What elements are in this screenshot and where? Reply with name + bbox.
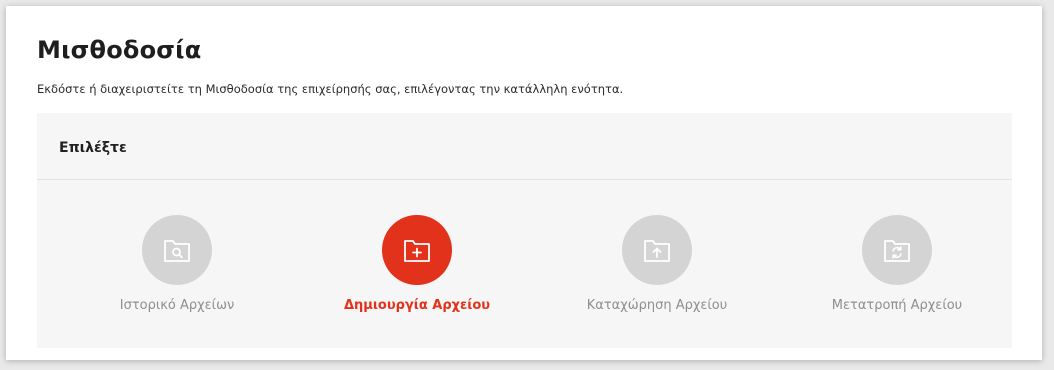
page-title: Μισθοδοσία: [37, 36, 202, 64]
folder-convert-icon: [883, 237, 911, 263]
panel-title: Επιλέξτε: [59, 140, 127, 156]
folder-search-icon: [163, 237, 191, 263]
option-label: Καταχώρηση Αρχείου: [586, 298, 728, 313]
option-circle[interactable]: [622, 215, 692, 285]
option-register-file[interactable]: Καταχώρηση Αρχείου: [557, 215, 757, 313]
folder-add-icon: [403, 237, 431, 263]
payroll-page: Μισθοδοσία Εκδόστε ή διαχειριστείτε τη Μ…: [6, 6, 1042, 360]
option-convert-file[interactable]: Μετατροπή Αρχείου: [797, 215, 997, 313]
option-label: Ιστορικό Αρχείων: [119, 298, 235, 313]
selection-panel: Επιλέξτε Ιστορικό Αρχείων Δημιουργία Αρχ…: [37, 113, 1012, 348]
option-circle[interactable]: [382, 215, 452, 285]
panel-header: Επιλέξτε: [37, 113, 1012, 180]
option-label: Δημιουργία Αρχείου: [343, 298, 491, 313]
page-subtitle: Εκδόστε ή διαχειριστείτε τη Μισθοδοσία τ…: [37, 82, 624, 96]
option-create-file[interactable]: Δημιουργία Αρχείου: [317, 215, 517, 313]
option-label: Μετατροπή Αρχείου: [831, 298, 963, 313]
option-circle[interactable]: [862, 215, 932, 285]
option-file-history[interactable]: Ιστορικό Αρχείων: [77, 215, 277, 313]
folder-upload-icon: [643, 237, 671, 263]
option-circle[interactable]: [142, 215, 212, 285]
